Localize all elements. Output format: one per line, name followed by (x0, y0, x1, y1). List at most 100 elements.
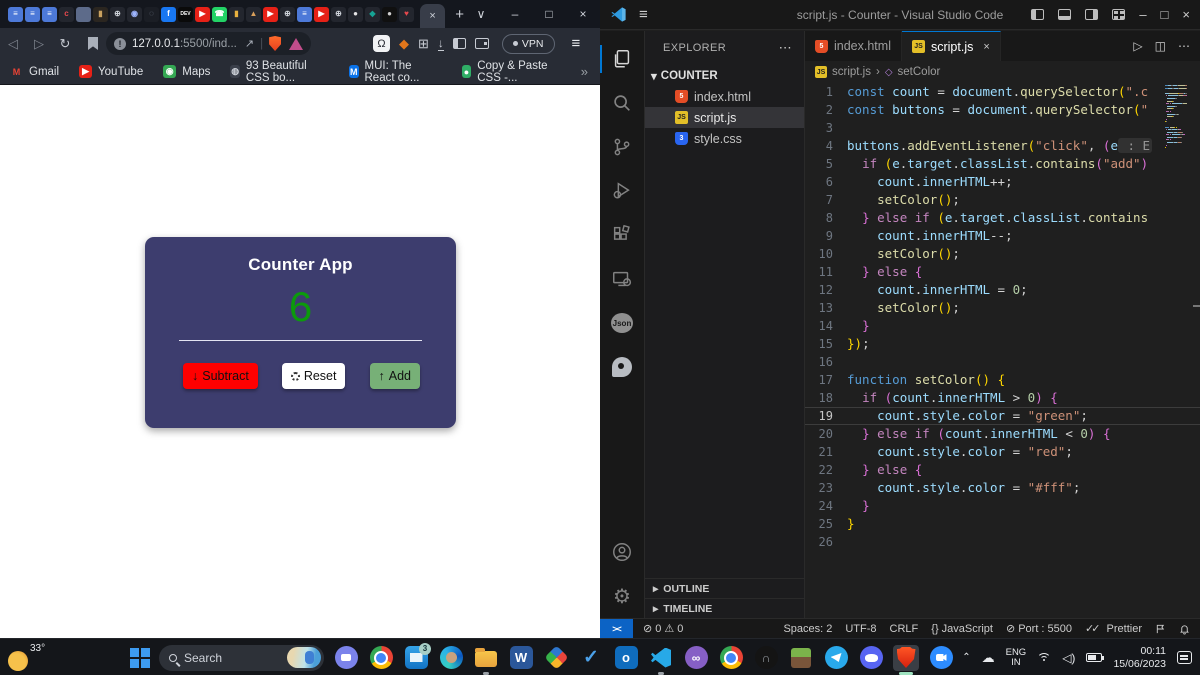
address-bar[interactable]: ! 127.0.0.1:5500/ind... ↗ | (106, 32, 311, 55)
code-line[interactable]: 22 } else { (805, 461, 1200, 479)
code-line[interactable]: 16 (805, 353, 1200, 371)
file-style-css[interactable]: 3 style.css (645, 128, 804, 149)
code-line[interactable]: 10 setColor(); (805, 245, 1200, 263)
outline-section[interactable]: ▸ OUTLINE (645, 578, 804, 598)
code-line[interactable]: 23 count.style.color = "#fff"; (805, 479, 1200, 497)
remote-indicator[interactable]: >< (600, 618, 633, 639)
forward-icon[interactable]: ▷ (26, 36, 52, 52)
run-debug-icon[interactable] (600, 169, 645, 213)
pinned-tab-favicon[interactable]: ▶ (314, 6, 329, 22)
taskbar-chrome-icon[interactable] (368, 645, 394, 671)
code-line[interactable]: 24 } (805, 497, 1200, 515)
code-editor[interactable]: 1 const count = document.querySelector(".… (805, 83, 1200, 618)
reset-button[interactable]: Reset (281, 363, 346, 389)
code-line[interactable]: 7 setColor(); (805, 191, 1200, 209)
taskbar-todo-icon[interactable]: ✓ (578, 645, 604, 671)
taskbar-minecraft-icon[interactable] (788, 645, 814, 671)
wifi-icon[interactable] (1037, 652, 1052, 663)
minimize-button[interactable]: – (498, 7, 532, 21)
eol-status[interactable]: CRLF (890, 623, 919, 635)
search-box[interactable]: Search (159, 644, 324, 671)
minimap[interactable] (1165, 85, 1197, 152)
bookmark-item[interactable]: ◍ 93 Beautiful CSS bo... (230, 60, 329, 84)
back-icon[interactable]: ◁ (0, 36, 26, 52)
bookmark-item[interactable]: ▶ YouTube (79, 65, 143, 78)
pinned-tab-favicon[interactable]: ● (348, 6, 363, 22)
menu-hamburger-icon[interactable]: ≡ (639, 6, 648, 23)
taskbar-headphones-icon[interactable]: ∩ (753, 645, 779, 671)
code-line[interactable]: 18 if (count.innerHTML > 0) { (805, 389, 1200, 407)
brave-shield-icon[interactable] (269, 36, 281, 51)
weather-widget[interactable]: 33° (8, 643, 45, 671)
wallet-icon[interactable] (474, 38, 489, 49)
split-editor-icon[interactable]: ◫ (1155, 39, 1166, 53)
quokka-icon[interactable] (600, 345, 645, 389)
vpn-button[interactable]: VPN (501, 33, 555, 54)
code-line[interactable]: 25} (805, 515, 1200, 533)
breadcrumb[interactable]: JS script.js › ◇ setColor (805, 61, 1200, 83)
extensions-icon[interactable] (600, 213, 645, 257)
pinned-tab-favicon[interactable]: ▮ (93, 6, 108, 22)
timeline-section[interactable]: ▸ TIMELINE (645, 598, 804, 618)
language-status[interactable]: {} JavaScript (931, 623, 993, 635)
pinned-tab-favicon[interactable]: DEV (178, 6, 193, 22)
pinned-tab-favicon[interactable]: ▮ (229, 6, 244, 22)
tab-script-js[interactable]: JS script.js × (901, 31, 1001, 61)
metamask-icon[interactable]: ◆ (399, 36, 409, 52)
active-tab[interactable]: × (420, 4, 446, 28)
more-actions-icon[interactable]: ⋯ (1178, 39, 1190, 53)
port-status[interactable]: ⊘ Port : 5500 (1006, 622, 1072, 636)
tab-index-html[interactable]: 5 index.html (805, 31, 902, 61)
site-info-icon[interactable]: ! (114, 37, 126, 50)
code-line[interactable]: 4 buttons.addEventListener("click", (e : … (805, 137, 1200, 155)
pinned-tab-favicon[interactable]: ◌ (144, 6, 159, 22)
volume-icon[interactable]: ◁) (1062, 651, 1075, 665)
taskbar-telegram-icon[interactable] (823, 645, 849, 671)
browser-menu-icon[interactable]: ≡ (572, 35, 581, 52)
taskbar-file-explorer-icon[interactable] (473, 645, 499, 675)
problems-status[interactable]: ⊘ 0 ⚠ 0 (643, 622, 683, 636)
notification-center-icon[interactable] (1177, 651, 1192, 664)
clock[interactable]: 00:11 15/06/2023 (1113, 645, 1166, 671)
taskbar-chat-icon[interactable] (333, 645, 359, 671)
pinned-tab-favicon[interactable]: ⊕ (110, 6, 125, 22)
downloads-icon[interactable]: ↓ (437, 37, 444, 51)
sidebar-toggle-icon[interactable] (452, 38, 466, 49)
notifications-bell-icon[interactable] (1179, 623, 1190, 635)
code-line[interactable]: 8 } else if (e.target.classList.contains (805, 209, 1200, 227)
code-line[interactable]: 2 const buttons = document.querySelector(… (805, 101, 1200, 119)
prettier-status[interactable]: ✓✓ Prettier (1085, 622, 1142, 636)
pinned-tab-favicon[interactable]: ◆ (365, 6, 380, 22)
share-icon[interactable]: ↗ (245, 37, 254, 50)
code-line[interactable]: 11 } else { (805, 263, 1200, 281)
close-button[interactable]: × (1182, 7, 1190, 22)
pinned-tab-favicon[interactable]: ≡ (297, 6, 312, 22)
tab-close-icon[interactable]: × (429, 10, 435, 22)
taskbar-vscode-icon[interactable] (648, 645, 674, 675)
code-line[interactable]: 3 (805, 119, 1200, 137)
taskbar-brave-icon[interactable] (893, 644, 919, 675)
encoding-status[interactable]: UTF-8 (845, 623, 876, 635)
onedrive-cloud-icon[interactable]: ☁ (982, 650, 995, 666)
code-line[interactable]: 19 count.style.color = "green"; (805, 407, 1200, 425)
extension-omega-icon[interactable]: Ω (373, 35, 390, 52)
taskbar-chrome-2-icon[interactable] (718, 645, 744, 671)
new-tab-button[interactable]: + (455, 6, 464, 23)
code-line[interactable]: 14 } (805, 317, 1200, 335)
taskbar-mail-icon[interactable]: 3 (403, 642, 431, 671)
taskbar-office-icon[interactable] (543, 645, 569, 671)
maximize-button[interactable]: □ (1161, 7, 1169, 22)
toggle-sidebar-icon[interactable] (1031, 9, 1045, 20)
pinned-tab-favicon[interactable]: ≡ (8, 6, 23, 22)
json-crack-icon[interactable]: Json (600, 301, 645, 345)
pinned-tab-favicon[interactable]: ● (382, 6, 397, 22)
subtract-button[interactable]: ↓ Subtract (183, 363, 258, 389)
indentation-status[interactable]: Spaces: 2 (783, 623, 832, 635)
code-line[interactable]: 6 count.innerHTML++; (805, 173, 1200, 191)
pinned-tab-favicon[interactable]: ⊕ (280, 6, 295, 22)
maximize-button[interactable]: □ (532, 7, 566, 21)
accounts-icon[interactable] (600, 530, 645, 574)
taskbar-discord-icon[interactable] (858, 645, 884, 671)
code-line[interactable]: 26 (805, 533, 1200, 551)
code-line[interactable]: 1 const count = document.querySelector(".… (805, 83, 1200, 101)
